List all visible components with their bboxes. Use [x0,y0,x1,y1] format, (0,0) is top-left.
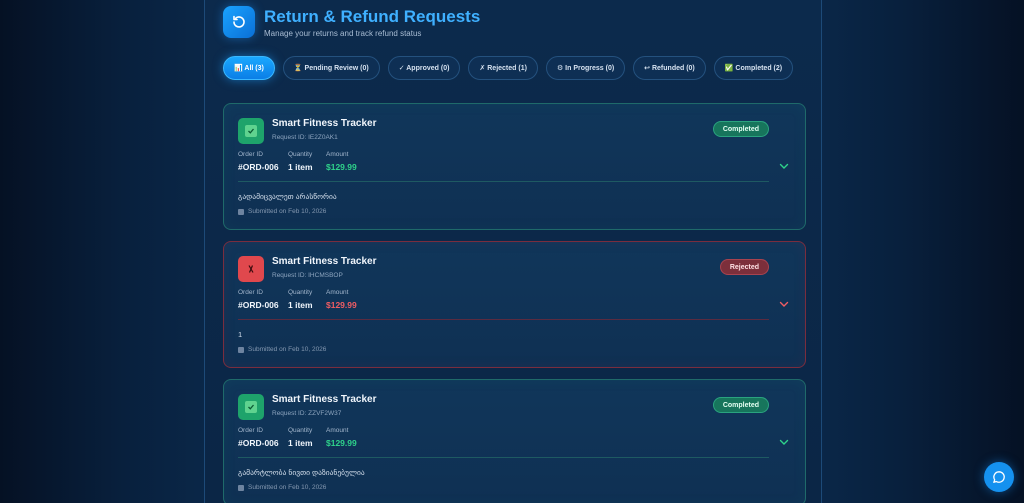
calendar-icon [238,208,244,215]
submitted-date: Submitted on Feb 10, 2026 [238,346,326,353]
tab-approved[interactable]: ✓ Approved (0) [387,56,461,80]
status-filter-tabs: 📊 All (3) ⏳ Pending Review (0) ✓ Approve… [223,56,801,80]
returns-panel: Return & Refund Requests Manage your ret… [204,0,822,503]
amount-field: Amount $129.99 [326,151,357,172]
submitted-date: Submitted on Feb 10, 2026 [238,484,326,491]
status-badge: Rejected [719,259,769,275]
chat-bubble-icon [993,471,1005,483]
order-id-field: Order ID #ORD-006 [238,427,279,448]
quantity-field: Quantity 1 item [288,151,313,172]
refresh-icon [223,6,255,38]
tab-all[interactable]: 📊 All (3) [223,56,275,80]
quantity-field: Quantity 1 item [288,289,313,310]
tab-pending-review[interactable]: ⏳ Pending Review (0) [282,56,380,80]
request-card[interactable]: Smart Fitness Tracker Request ID: IE2Z0A… [223,103,806,230]
x-icon [238,256,264,282]
chevron-down-icon[interactable] [779,437,789,447]
request-card[interactable]: Smart Fitness Tracker Request ID: IHCMSB… [223,241,806,368]
amount-field: Amount $129.99 [326,289,357,310]
tab-completed[interactable]: ✅ Completed (2) [713,56,794,80]
divider [238,319,769,320]
divider [238,181,769,182]
request-id: Request ID: IHCMSBOP [272,272,343,279]
status-badge: Completed [712,121,769,137]
page-title: Return & Refund Requests [264,6,481,26]
calendar-icon [238,346,244,353]
check-icon [238,394,264,420]
product-name: Smart Fitness Tracker [272,394,377,405]
request-card[interactable]: Smart Fitness Tracker Request ID: ZZVF2W… [223,379,806,503]
check-icon [238,118,264,144]
order-id-field: Order ID #ORD-006 [238,151,279,172]
submitted-date: Submitted on Feb 10, 2026 [238,208,326,215]
product-name: Smart Fitness Tracker [272,118,377,129]
order-id-field: Order ID #ORD-006 [238,289,279,310]
return-reason: 1 [238,330,243,339]
chevron-down-icon[interactable] [779,161,789,171]
request-id: Request ID: ZZVF2W37 [272,410,342,417]
page-header: Return & Refund Requests Manage your ret… [223,6,480,38]
tab-in-progress[interactable]: ⚙ In Progress (0) [545,56,626,80]
page-subtitle: Manage your returns and track refund sta… [264,28,422,38]
status-badge: Completed [712,397,769,413]
product-name: Smart Fitness Tracker [272,256,377,267]
divider [238,457,769,458]
chat-button[interactable] [984,462,1014,492]
tab-refunded[interactable]: ↩ Refunded (0) [633,56,706,80]
chevron-down-icon[interactable] [779,299,789,309]
return-reason: გამარტლობა ნივთი დაზიანებულია [238,468,365,477]
quantity-field: Quantity 1 item [288,427,313,448]
calendar-icon [238,484,244,491]
amount-field: Amount $129.99 [326,427,357,448]
return-reason: გადამიცვალეთ არასწორია [238,192,337,201]
tab-rejected[interactable]: ✗ Rejected (1) [468,56,538,80]
request-id: Request ID: IE2Z0AK1 [272,134,338,141]
